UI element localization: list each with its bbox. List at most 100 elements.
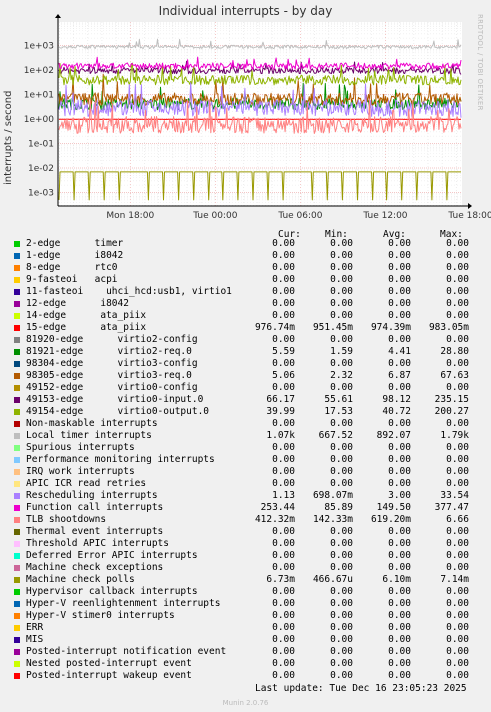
legend-swatch xyxy=(14,361,20,367)
legend-row: Posted-interrupt wakeup event 0.00 0.00 0.0… xyxy=(0,670,491,682)
legend-row: Non-maskable interrupts 0.00 0.00 0.00 0.00 xyxy=(0,418,491,430)
legend-row: IRQ work interrupts 0.00 0.00 0.00 0.00 xyxy=(0,466,491,478)
legend-swatch xyxy=(14,661,20,667)
legend-row: TLB shootdowns 412.32m 142.33m 619.20m 6.66 xyxy=(0,514,491,526)
legend-series-name: Rescheduling interrupts xyxy=(26,490,158,501)
legend-swatch xyxy=(14,613,20,619)
y-tick-label: 1e+00 xyxy=(24,115,55,125)
legend-max-value: 0.00 xyxy=(446,562,469,573)
legend-row: Spurious interrupts 0.00 0.00 0.00 0.00 xyxy=(0,442,491,454)
legend-series-name: 8-edge rtc0 xyxy=(26,262,118,273)
legend-swatch xyxy=(14,541,20,547)
legend-swatch xyxy=(14,517,20,523)
legend-max-value: 983.05m xyxy=(428,322,469,333)
legend-row: Function call interrupts 253.44 85.89 149.5… xyxy=(0,502,491,514)
legend-swatch xyxy=(14,505,20,511)
legend-max-value: 377.47 xyxy=(434,502,469,513)
legend-swatch xyxy=(14,637,20,643)
legend-row: 9-fasteoi acpi 0.00 0.00 0.00 0.00 xyxy=(0,274,491,286)
legend-row: Performance monitoring interrupts 0.00 0.0… xyxy=(0,454,491,466)
x-tick-label: Mon 18:00 xyxy=(106,211,154,221)
legend-series-name: 2-edge timer xyxy=(26,238,124,249)
legend-swatch xyxy=(14,469,20,475)
legend-series-name: 49154-edge virtio0-output.0 xyxy=(26,406,210,417)
legend-max-value: 0.00 xyxy=(446,334,469,345)
legend-swatch xyxy=(14,373,20,379)
legend-swatch xyxy=(14,301,20,307)
legend-swatch xyxy=(14,625,20,631)
legend-series-name: Machine check polls xyxy=(26,574,135,585)
legend-max-value: 0.00 xyxy=(446,622,469,633)
legend-series-name: Hyper-V stimer0 interrupts xyxy=(26,610,175,621)
legend-max-value: 0.00 xyxy=(446,526,469,537)
legend-max-value: 0.00 xyxy=(446,238,469,249)
legend-row: 49152-edge virtio0-config 0.00 0.00 0.00 0.0… xyxy=(0,382,491,394)
legend-series-name: Spurious interrupts xyxy=(26,442,135,453)
legend-max-value: 0.00 xyxy=(446,670,469,681)
legend-swatch xyxy=(14,241,20,247)
legend-row: 11-fasteoi uhci_hcd:usb1, virtio1 0.00 0.0… xyxy=(0,286,491,298)
legend-row: 81920-edge virtio2-config 0.00 0.00 0.00 0.0… xyxy=(0,334,491,346)
legend-swatch xyxy=(14,337,20,343)
legend-row: 8-edge rtc0 0.00 0.00 0.00 0.00 xyxy=(0,262,491,274)
legend-series-name: 81921-edge virtio2-req.0 xyxy=(26,346,192,357)
legend-swatch xyxy=(14,349,20,355)
legend-max-value: 235.15 xyxy=(434,394,469,405)
legend-swatch xyxy=(14,481,20,487)
legend-row: MIS 0.00 0.00 0.00 0.00 xyxy=(0,634,491,646)
legend-swatch xyxy=(14,289,20,295)
legend-max-value: 0.00 xyxy=(446,466,469,477)
legend-series-name: Posted-interrupt notification event xyxy=(26,646,227,657)
legend-row: 49154-edge virtio0-output.0 39.99 17.53 40.… xyxy=(0,406,491,418)
legend-swatch xyxy=(14,397,20,403)
legend-swatch xyxy=(14,565,20,571)
legend-series-name: TLB shootdowns xyxy=(26,514,107,525)
legend-row: Threshold APIC interrupts 0.00 0.00 0.00 0.0… xyxy=(0,538,491,550)
legend-swatch xyxy=(14,529,20,535)
legend-max-value: 28.80 xyxy=(440,346,469,357)
y-tick-label: 1e+02 xyxy=(24,66,54,76)
legend-max-value: 0.00 xyxy=(446,250,469,261)
legend-swatch xyxy=(14,553,20,559)
legend-series-name: 11-fasteoi uhci_hcd:usb1, virtio1 xyxy=(26,286,232,297)
legend-row: 49153-edge virtio0-input.0 66.17 55.61 98.1… xyxy=(0,394,491,406)
x-axis-arrow xyxy=(468,203,472,209)
legend-swatch xyxy=(14,433,20,439)
legend-series-name: Threshold APIC interrupts xyxy=(26,538,169,549)
x-tick-label: Tue 18:00 xyxy=(447,211,491,221)
legend-series-name: 9-fasteoi acpi xyxy=(26,274,118,285)
legend-row: 1-edge i8042 0.00 0.00 0.00 0.00 xyxy=(0,250,491,262)
legend-swatch xyxy=(14,385,20,391)
legend-series-name: MIS xyxy=(26,634,44,645)
y-tick-label: 1e-02 xyxy=(28,164,54,174)
legend-max-value: 0.00 xyxy=(446,262,469,273)
y-tick-label: 1e+03 xyxy=(24,42,54,52)
legend-row: Posted-interrupt notification event 0.00 0… xyxy=(0,646,491,658)
legend-max-value: 0.00 xyxy=(446,454,469,465)
legend-swatch xyxy=(14,325,20,331)
legend-row: ERR 0.00 0.00 0.00 0.00 xyxy=(0,622,491,634)
legend-row: Machine check polls 6.73m 466.67u 6.10m 7.14… xyxy=(0,574,491,586)
legend-row: Hypervisor callback interrupts 0.00 0.00 0.… xyxy=(0,586,491,598)
legend-row: 14-edge ata_piix 0.00 0.00 0.00 0.00 xyxy=(0,310,491,322)
legend-max-value: 0.00 xyxy=(446,550,469,561)
legend-max-value: 0.00 xyxy=(446,310,469,321)
legend-series-name: Performance monitoring interrupts xyxy=(26,454,215,465)
legend-series-name: IRQ work interrupts xyxy=(26,466,135,477)
legend-row: Rescheduling interrupts 1.13 698.07m 3.00 33… xyxy=(0,490,491,502)
legend-series-name: 49153-edge virtio0-input.0 xyxy=(26,394,204,405)
legend-max-value: 200.27 xyxy=(434,406,469,417)
legend-max-value: 0.00 xyxy=(446,298,469,309)
legend-row: Hyper-V stimer0 interrupts 0.00 0.00 0.00 0.… xyxy=(0,610,491,622)
legend-row: 98304-edge virtio3-config 0.00 0.00 0.00 0.0… xyxy=(0,358,491,370)
legend-max-value: 0.00 xyxy=(446,598,469,609)
legend-series-name: 1-edge i8042 xyxy=(26,250,124,261)
legend-swatch xyxy=(14,445,20,451)
legend-series-name: 12-edge i8042 xyxy=(26,298,129,309)
legend-max-value: 0.00 xyxy=(446,478,469,489)
munin-version: Munin 2.0.76 xyxy=(222,699,269,707)
legend-row: Hyper-V reenlightenment interrupts 0.00 0.… xyxy=(0,598,491,610)
legend-series-name: Local timer interrupts xyxy=(26,430,152,441)
legend-row: Local timer interrupts 1.07k 667.52 892.07 1… xyxy=(0,430,491,442)
legend-swatch xyxy=(14,601,20,607)
